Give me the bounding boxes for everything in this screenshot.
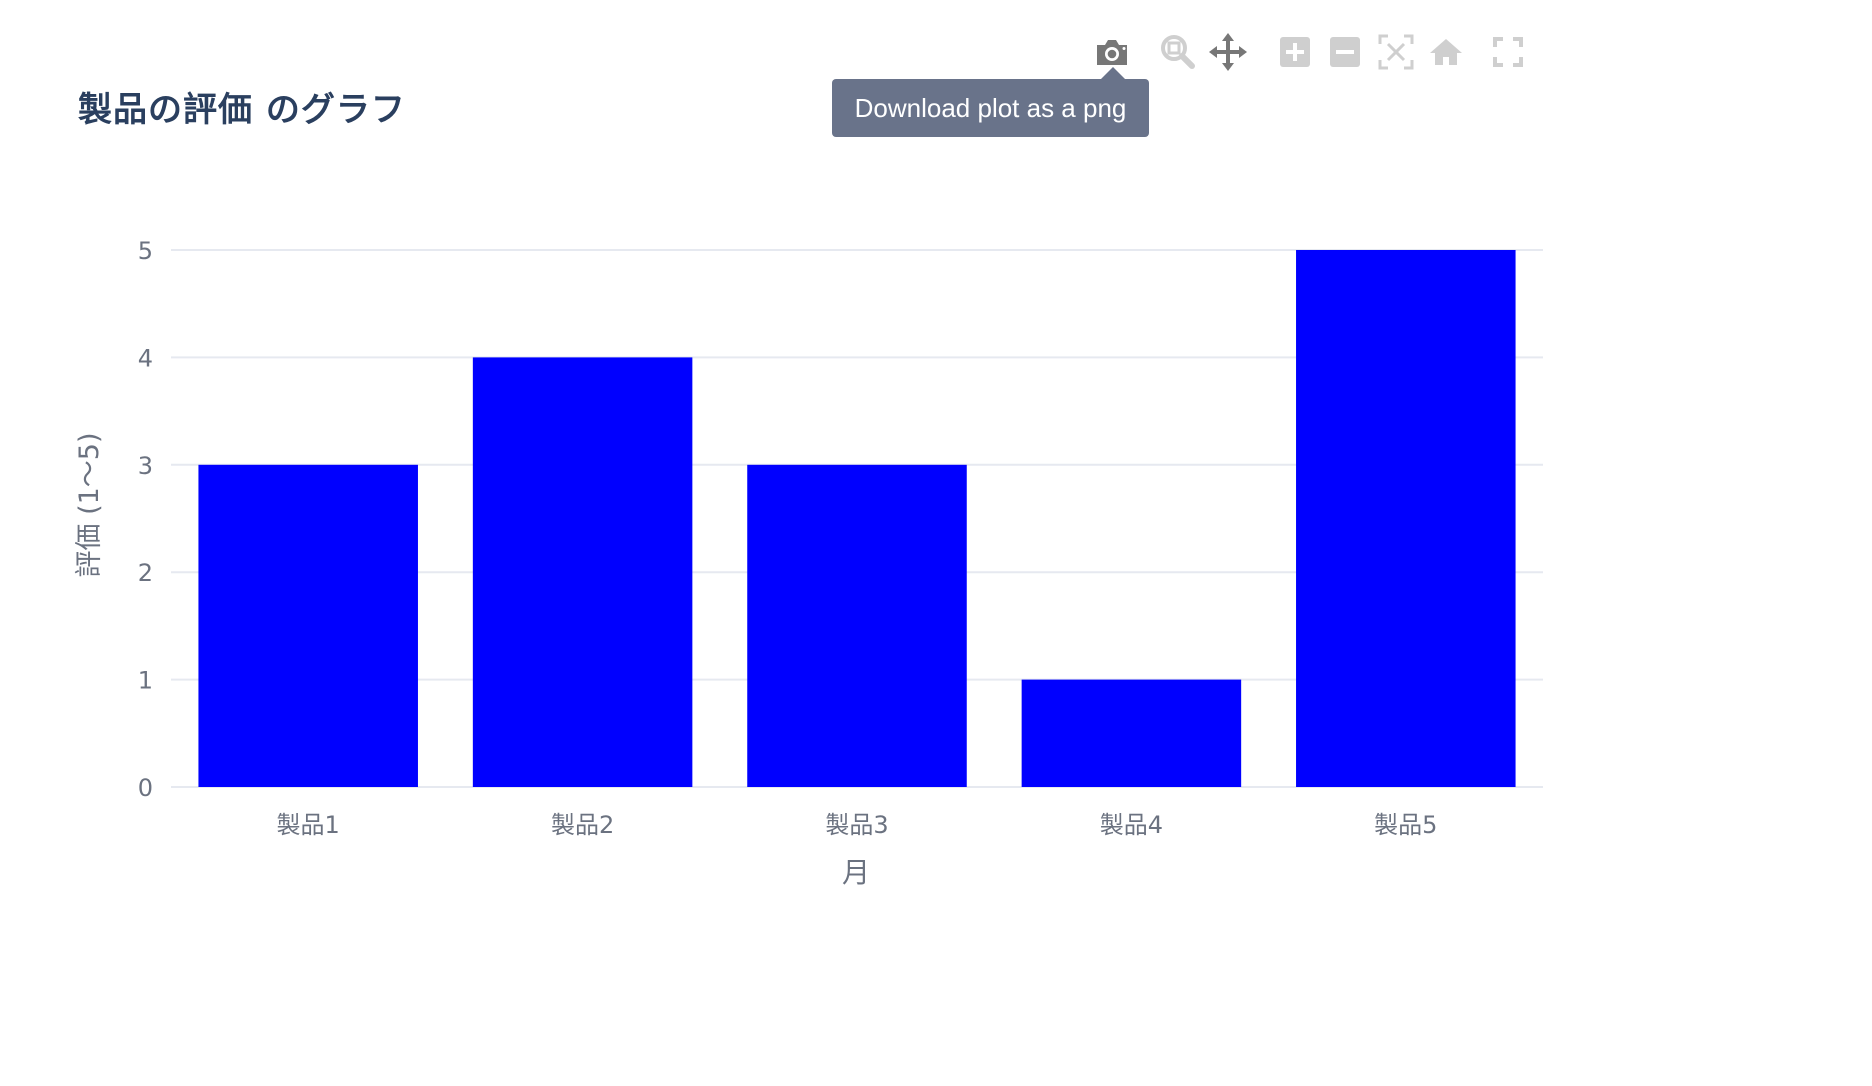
pan-icon[interactable] [1208,28,1248,76]
zoom-out-icon[interactable] [1325,28,1365,76]
bar[interactable] [1296,250,1516,787]
chart-container: 製品の評価 のグラフ 012345 製品1 製品2 製品3 製品4 製品5 月 評価 (… [0,0,1872,1086]
download-tooltip: Download plot as a png [832,79,1149,137]
x-tick-label: 製品1 [277,811,340,839]
x-tick-labels: 製品1 製品2 製品3 製品4 製品5 [277,811,1438,839]
y-tick-label: 0 [138,774,153,802]
plot-area[interactable]: 0 1 2 3 4 5 製品1 製品2 製品3 製品4 製品5 月 評価 (1〜5) [0,0,1872,1086]
x-tick-label: 製品2 [551,811,614,839]
fullscreen-icon[interactable] [1488,28,1528,76]
y-tick-label: 4 [138,344,153,372]
x-tick-label: 製品4 [1100,811,1163,839]
bar-layer [198,250,1516,787]
bar[interactable] [472,357,693,787]
bar[interactable] [747,464,967,787]
x-axis-label: 月 [842,856,870,889]
autoscale-icon[interactable] [1376,28,1416,76]
zoom-in-icon[interactable] [1275,28,1315,76]
y-axis-label: 評価 (1〜5) [74,432,105,577]
bar[interactable] [198,464,418,787]
y-tick-label: 2 [138,559,153,587]
y-tick-label: 5 [138,237,153,265]
y-tick-labels: 0 1 2 3 4 5 [138,237,153,802]
tooltip-arrow [1101,67,1125,79]
x-tick-label: 製品5 [1374,811,1437,839]
reset-axes-icon[interactable] [1426,28,1466,76]
y-tick-label: 3 [138,452,153,480]
bar[interactable] [1021,679,1242,787]
y-tick-label: 1 [138,667,153,695]
zoom-icon[interactable] [1158,28,1198,76]
x-tick-label: 製品3 [825,811,888,839]
